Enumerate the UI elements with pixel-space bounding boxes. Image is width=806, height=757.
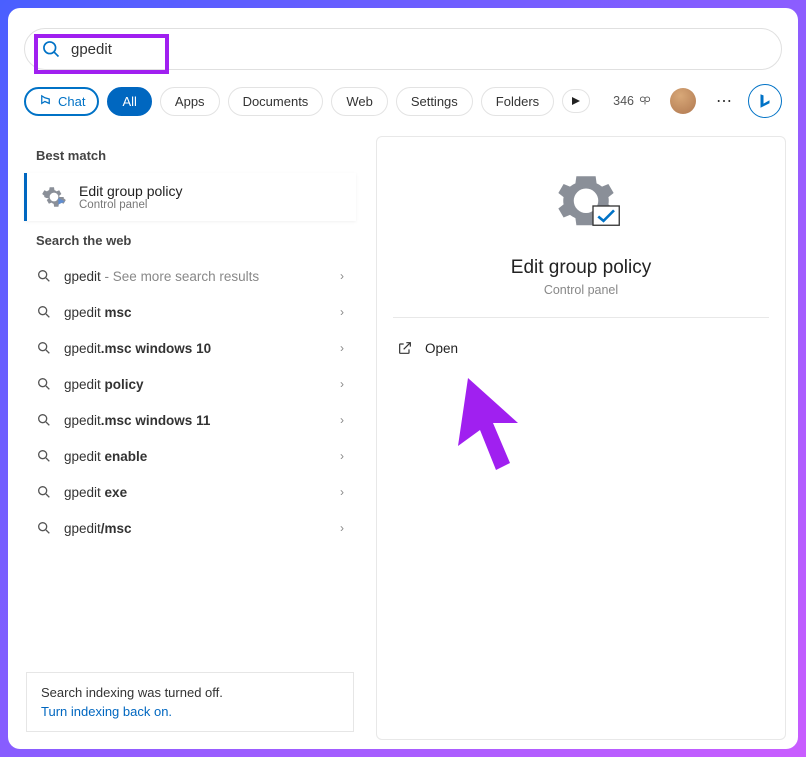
web-result-item[interactable]: gpedit/msc › xyxy=(20,510,360,546)
points-value: 346 xyxy=(613,94,634,108)
search-icon xyxy=(36,340,52,356)
web-result-text: gpedit - See more search results xyxy=(64,269,328,284)
tab-label: Documents xyxy=(243,94,309,109)
detail-panel: Edit group policy Control panel Open xyxy=(376,136,786,740)
action-label: Open xyxy=(425,341,458,356)
best-match-header: Best match xyxy=(20,136,360,173)
detail-icon xyxy=(546,171,616,241)
web-result-text: gpedit.msc windows 10 xyxy=(64,341,328,356)
chevron-right-icon: › xyxy=(340,377,344,391)
tab-label: Apps xyxy=(175,94,205,109)
web-results-list: gpedit - See more search results›gpedit … xyxy=(20,258,360,546)
web-result-text: gpedit/msc xyxy=(64,521,328,536)
chevron-right-icon: › xyxy=(340,413,344,427)
best-match-item[interactable]: Edit group policy Control panel xyxy=(24,173,356,221)
web-result-item[interactable]: gpedit - See more search results › xyxy=(20,258,360,294)
web-result-text: gpedit msc xyxy=(64,305,328,320)
trophy-icon xyxy=(638,94,652,108)
search-window: Chat All Apps Documents Web Settings Fol… xyxy=(8,8,798,749)
search-input[interactable] xyxy=(71,41,765,58)
web-result-item[interactable]: gpedit enable › xyxy=(20,438,360,474)
chevron-right-icon: › xyxy=(340,449,344,463)
tab-label: Folders xyxy=(496,94,539,109)
web-header: Search the web xyxy=(20,221,360,258)
more-options-button[interactable]: ⋯ xyxy=(708,91,740,111)
open-external-icon xyxy=(397,340,413,356)
tab-all[interactable]: All xyxy=(107,87,151,116)
tab-settings[interactable]: Settings xyxy=(396,87,473,116)
search-icon xyxy=(36,376,52,392)
chevron-right-icon: › xyxy=(340,305,344,319)
best-match-title: Edit group policy xyxy=(79,183,183,199)
web-result-text: gpedit exe xyxy=(64,485,328,500)
search-icon xyxy=(36,484,52,500)
search-icon xyxy=(36,304,52,320)
search-icon xyxy=(41,39,61,59)
web-result-item[interactable]: gpedit policy › xyxy=(20,366,360,402)
tab-documents[interactable]: Documents xyxy=(228,87,324,116)
tab-apps[interactable]: Apps xyxy=(160,87,220,116)
tabs-row: Chat All Apps Documents Web Settings Fol… xyxy=(20,84,786,118)
web-result-item[interactable]: gpedit.msc windows 11 › xyxy=(20,402,360,438)
search-icon xyxy=(36,412,52,428)
web-result-text: gpedit policy xyxy=(64,377,328,392)
detail-subtitle: Control panel xyxy=(544,283,618,297)
search-bar[interactable] xyxy=(24,28,782,70)
search-icon xyxy=(36,448,52,464)
chevron-right-icon: › xyxy=(340,269,344,283)
rewards-points[interactable]: 346 xyxy=(607,94,658,108)
gear-icon xyxy=(41,184,67,210)
tab-label: All xyxy=(122,94,136,109)
tab-label: Chat xyxy=(58,94,85,109)
chevron-right-icon: › xyxy=(340,341,344,355)
content-area: Best match Edit group policy Control pan… xyxy=(20,136,786,740)
web-result-item[interactable]: gpedit msc › xyxy=(20,294,360,330)
bing-icon xyxy=(756,92,774,110)
tab-chat[interactable]: Chat xyxy=(24,87,99,116)
bing-chat-icon xyxy=(38,94,53,109)
detail-title: Edit group policy xyxy=(511,257,651,279)
chevron-right-icon: › xyxy=(340,485,344,499)
best-match-subtitle: Control panel xyxy=(79,199,183,211)
bing-button[interactable] xyxy=(748,84,782,118)
search-icon xyxy=(36,268,52,284)
results-panel: Best match Edit group policy Control pan… xyxy=(20,136,360,740)
play-icon xyxy=(571,96,581,106)
tab-label: Web xyxy=(346,94,373,109)
search-icon xyxy=(36,520,52,536)
web-result-item[interactable]: gpedit exe › xyxy=(20,474,360,510)
more-tabs-button[interactable] xyxy=(562,89,590,113)
indexing-notice: Search indexing was turned off. Turn ind… xyxy=(26,672,354,732)
avatar[interactable] xyxy=(670,88,696,114)
open-action[interactable]: Open xyxy=(393,334,769,362)
tab-label: Settings xyxy=(411,94,458,109)
indexing-link[interactable]: Turn indexing back on. xyxy=(41,704,339,719)
web-result-text: gpedit.msc windows 11 xyxy=(64,413,328,428)
tab-web[interactable]: Web xyxy=(331,87,388,116)
web-result-item[interactable]: gpedit.msc windows 10 › xyxy=(20,330,360,366)
divider xyxy=(393,317,769,318)
web-result-text: gpedit enable xyxy=(64,449,328,464)
indexing-title: Search indexing was turned off. xyxy=(41,685,339,700)
tab-folders[interactable]: Folders xyxy=(481,87,554,116)
chevron-right-icon: › xyxy=(340,521,344,535)
